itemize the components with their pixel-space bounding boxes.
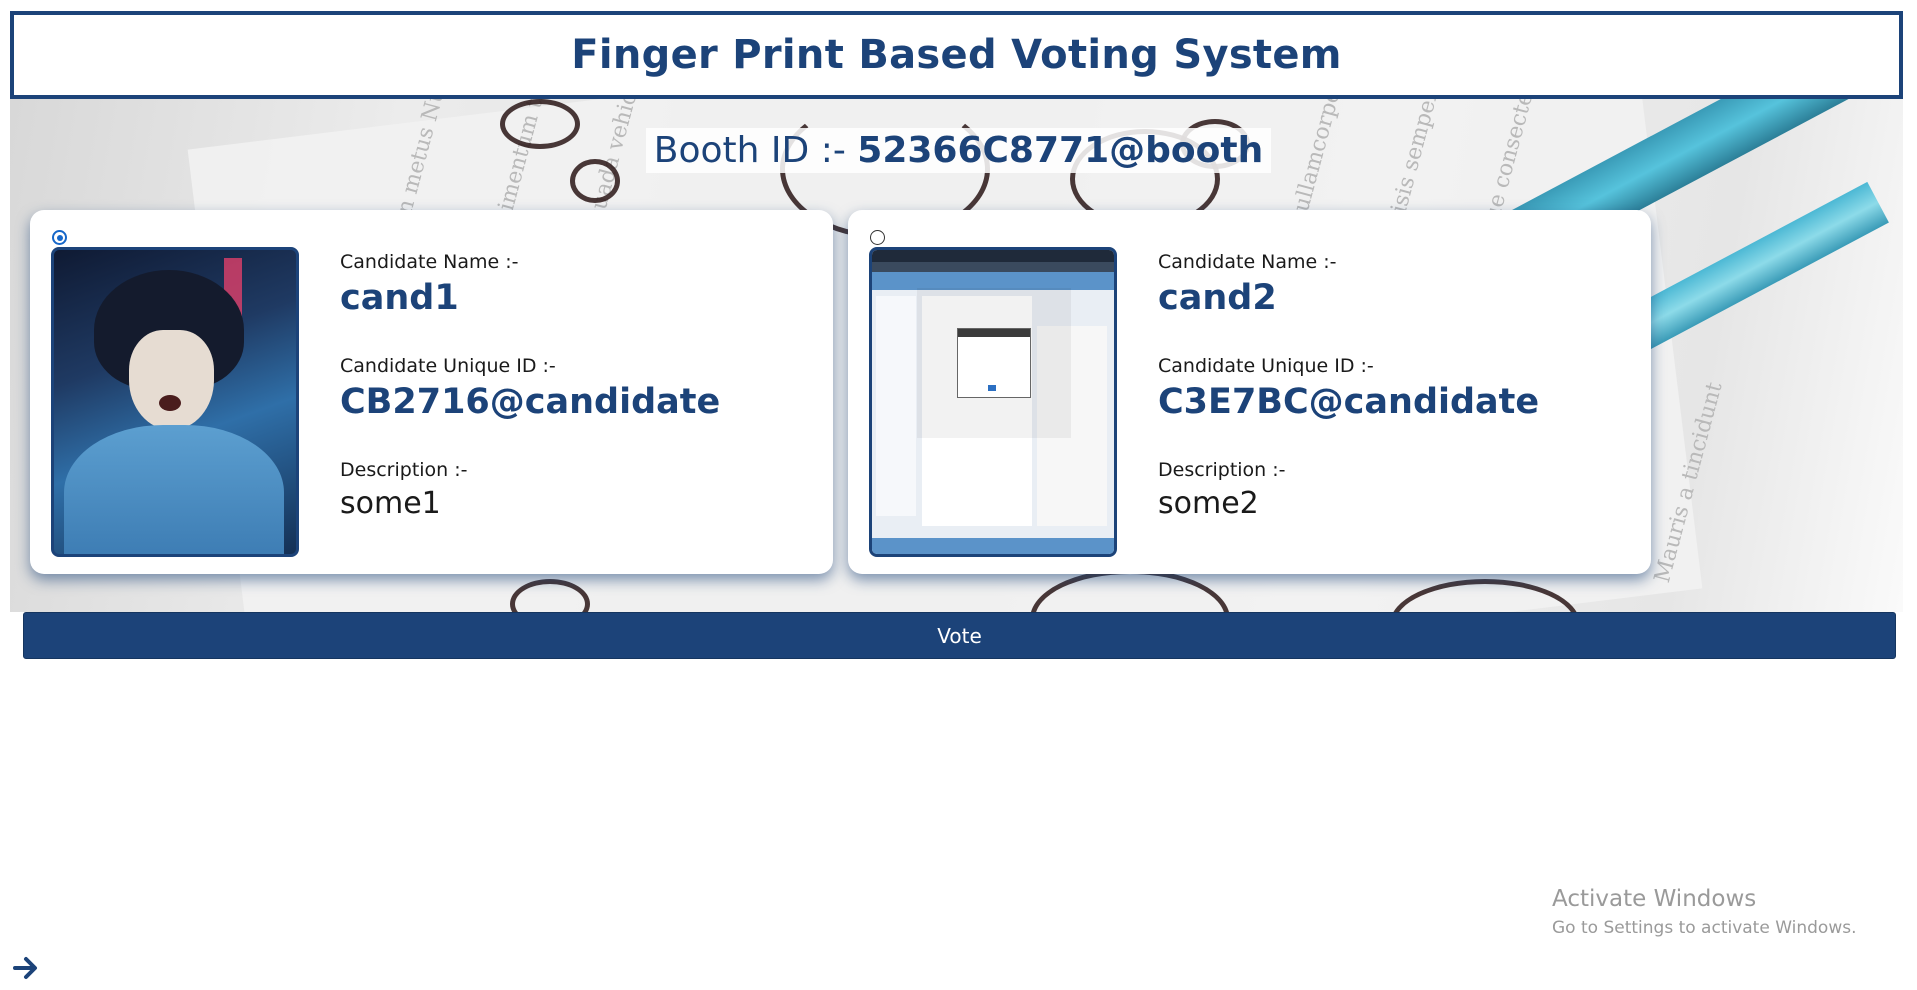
candidate-name: cand1 [340, 278, 459, 318]
candidate-card[interactable]: Candidate Name :- cand1 Candidate Unique… [30, 210, 833, 574]
candidate-photo [869, 247, 1117, 557]
watermark-title: Activate Windows [1552, 886, 1757, 912]
photo-detail [64, 425, 284, 554]
photo-detail [129, 330, 214, 430]
page-title: Finger Print Based Voting System [571, 32, 1342, 78]
candidate-uid-label: Candidate Unique ID :- [1158, 355, 1374, 377]
photo-detail [876, 296, 916, 516]
candidate-card[interactable]: Candidate Name :- cand2 Candidate Unique… [848, 210, 1651, 574]
candidate-name: cand2 [1158, 278, 1277, 318]
candidate-uid: CB2716@candidate [340, 382, 721, 422]
photo-detail [872, 538, 1114, 554]
candidate-photo [51, 247, 299, 557]
booth-id-line: Booth ID :- 52366C8771@booth [0, 128, 1917, 173]
photo-detail [872, 250, 1114, 262]
photo-detail [1037, 326, 1107, 526]
candidate-info: Candidate Name :- cand2 Candidate Unique… [1158, 250, 1539, 522]
candidate-desc-label: Description :- [340, 459, 468, 481]
watermark-subtitle: Go to Settings to activate Windows. [1552, 918, 1857, 938]
photo-detail [872, 272, 1114, 290]
activate-windows-watermark: Activate Windows Go to Settings to activ… [1552, 886, 1857, 938]
booth-id-label: Booth ID :- [653, 130, 858, 171]
photo-detail [872, 262, 1114, 272]
photo-detail [958, 329, 1030, 337]
candidate-info: Candidate Name :- cand1 Candidate Unique… [340, 250, 720, 522]
candidate-desc: some1 [340, 486, 441, 521]
photo-detail [988, 385, 996, 391]
candidate-uid: C3E7BC@candidate [1158, 382, 1540, 422]
candidate-desc-label: Description :- [1158, 459, 1286, 481]
candidate-radio[interactable] [870, 230, 885, 245]
booth-id-value: 52366C8771@booth [857, 130, 1264, 171]
candidate-name-label: Candidate Name :- [1158, 251, 1337, 273]
candidate-radio[interactable] [52, 230, 67, 245]
photo-detail [957, 328, 1031, 398]
page-header: Finger Print Based Voting System [10, 11, 1903, 99]
candidate-uid-label: Candidate Unique ID :- [340, 355, 556, 377]
vote-button[interactable]: Vote [23, 612, 1896, 659]
candidate-name-label: Candidate Name :- [340, 251, 519, 273]
arrow-right-icon[interactable] [12, 954, 40, 982]
candidate-desc: some2 [1158, 486, 1259, 521]
photo-detail [159, 395, 181, 411]
